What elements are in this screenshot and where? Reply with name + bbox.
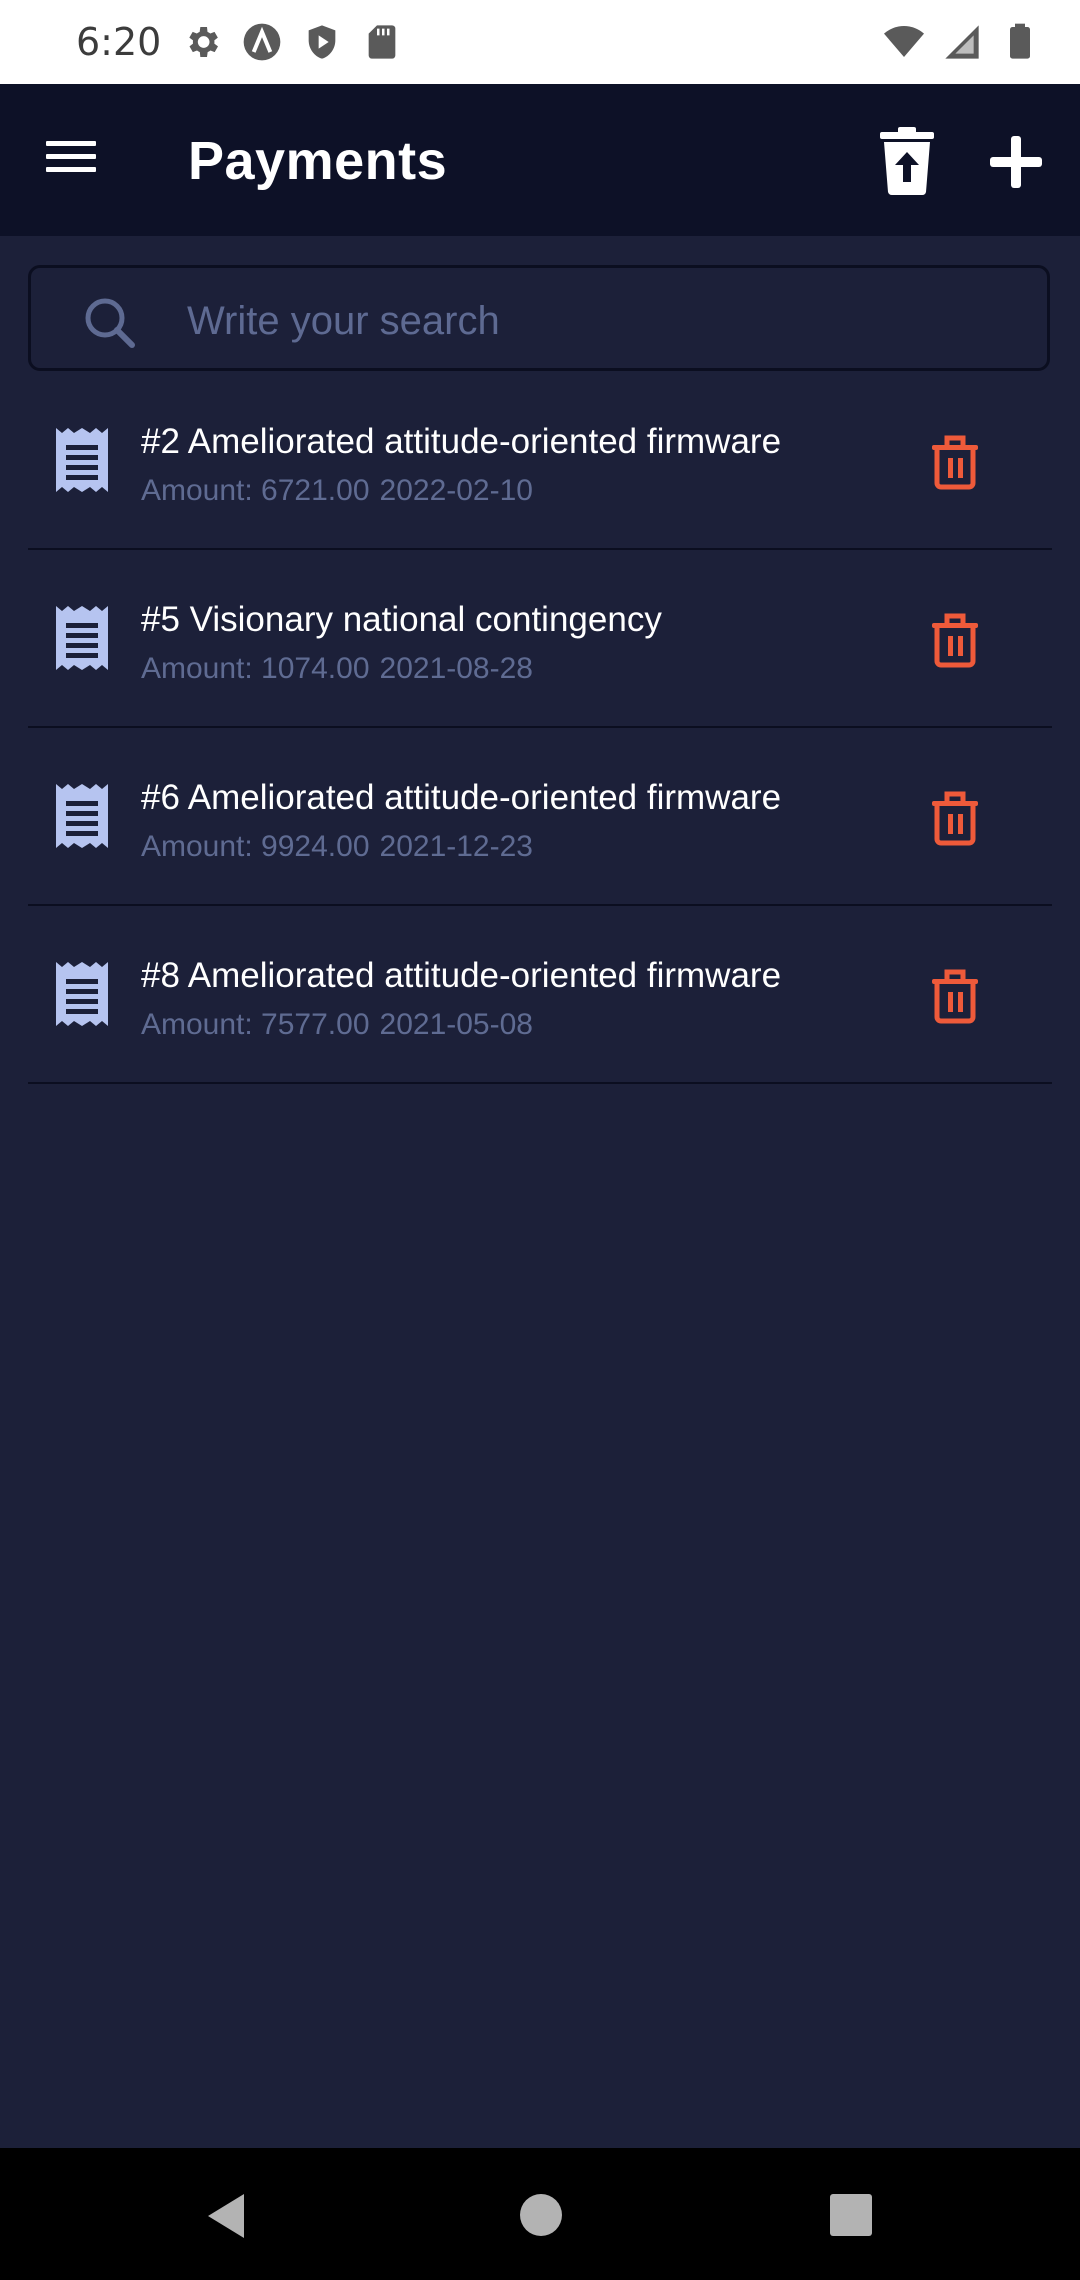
status-bar: 6:20 <box>0 0 1080 84</box>
status-time: 6:20 <box>76 20 162 64</box>
payment-title: #8 Ameliorated attitude-oriented firmwar… <box>141 956 782 995</box>
delete-icon[interactable] <box>928 612 982 668</box>
payment-amount: Amount: 7577.00 <box>141 1008 370 1041</box>
recents-icon[interactable] <box>830 2194 872 2236</box>
delete-icon[interactable] <box>928 968 982 1024</box>
delete-icon[interactable] <box>928 790 982 846</box>
menu-icon[interactable] <box>38 124 104 190</box>
navigation-bar <box>0 2148 1080 2280</box>
payment-amount: Amount: 9924.00 <box>141 830 370 863</box>
payment-title: #6 Ameliorated attitude-oriented firmwar… <box>141 778 782 817</box>
list-item[interactable]: #8 Ameliorated attitude-oriented firmwar… <box>28 906 1052 1084</box>
shield-icon <box>308 25 336 59</box>
settings-icon <box>189 27 218 57</box>
payment-subtitle: Amount: 7577.00 2021-05-08 <box>141 1008 533 1042</box>
payment-amount: Amount: 1074.00 <box>141 652 370 685</box>
plus-icon[interactable] <box>986 132 1046 192</box>
search-input[interactable] <box>185 288 1029 354</box>
back-icon[interactable] <box>204 2192 248 2240</box>
battery-icon <box>1010 23 1030 59</box>
payment-date: 2022-02-10 <box>379 474 533 507</box>
payment-date: 2021-12-23 <box>379 830 533 863</box>
list-item[interactable]: #6 Ameliorated attitude-oriented firmwar… <box>28 728 1052 906</box>
search-bar <box>28 265 1050 371</box>
payment-amount: Amount: 6721.00 <box>141 474 370 507</box>
status-icons-left <box>182 22 402 62</box>
receipt-icon <box>56 428 108 492</box>
receipt-icon <box>56 784 108 848</box>
home-icon[interactable] <box>520 2194 562 2236</box>
app-bar: Payments <box>0 84 1080 236</box>
trash-upload-icon[interactable] <box>874 126 940 196</box>
status-icons-right <box>884 22 1040 62</box>
payment-date: 2021-08-28 <box>379 652 533 685</box>
payment-date: 2021-05-08 <box>379 1008 533 1041</box>
list-item[interactable]: #5 Visionary national contingency Amount… <box>28 550 1052 728</box>
payment-title: #5 Visionary national contingency <box>141 600 662 639</box>
list-item[interactable]: #2 Ameliorated attitude-oriented firmwar… <box>28 372 1052 550</box>
sd-card-icon <box>368 25 396 59</box>
payment-subtitle: Amount: 9924.00 2021-12-23 <box>141 830 533 864</box>
delete-icon[interactable] <box>928 434 982 490</box>
payment-list: #2 Ameliorated attitude-oriented firmwar… <box>28 372 1052 1084</box>
payment-subtitle: Amount: 6721.00 2022-02-10 <box>141 474 533 508</box>
search-icon <box>85 298 135 348</box>
signal-icon <box>945 25 979 59</box>
payment-subtitle: Amount: 1074.00 2021-08-28 <box>141 652 533 686</box>
receipt-icon <box>56 606 108 670</box>
receipt-icon <box>56 962 108 1026</box>
payment-title: #2 Ameliorated attitude-oriented firmwar… <box>141 422 782 461</box>
a-circle-icon <box>243 23 281 61</box>
page-title: Payments <box>188 131 448 191</box>
wifi-icon <box>884 26 924 57</box>
